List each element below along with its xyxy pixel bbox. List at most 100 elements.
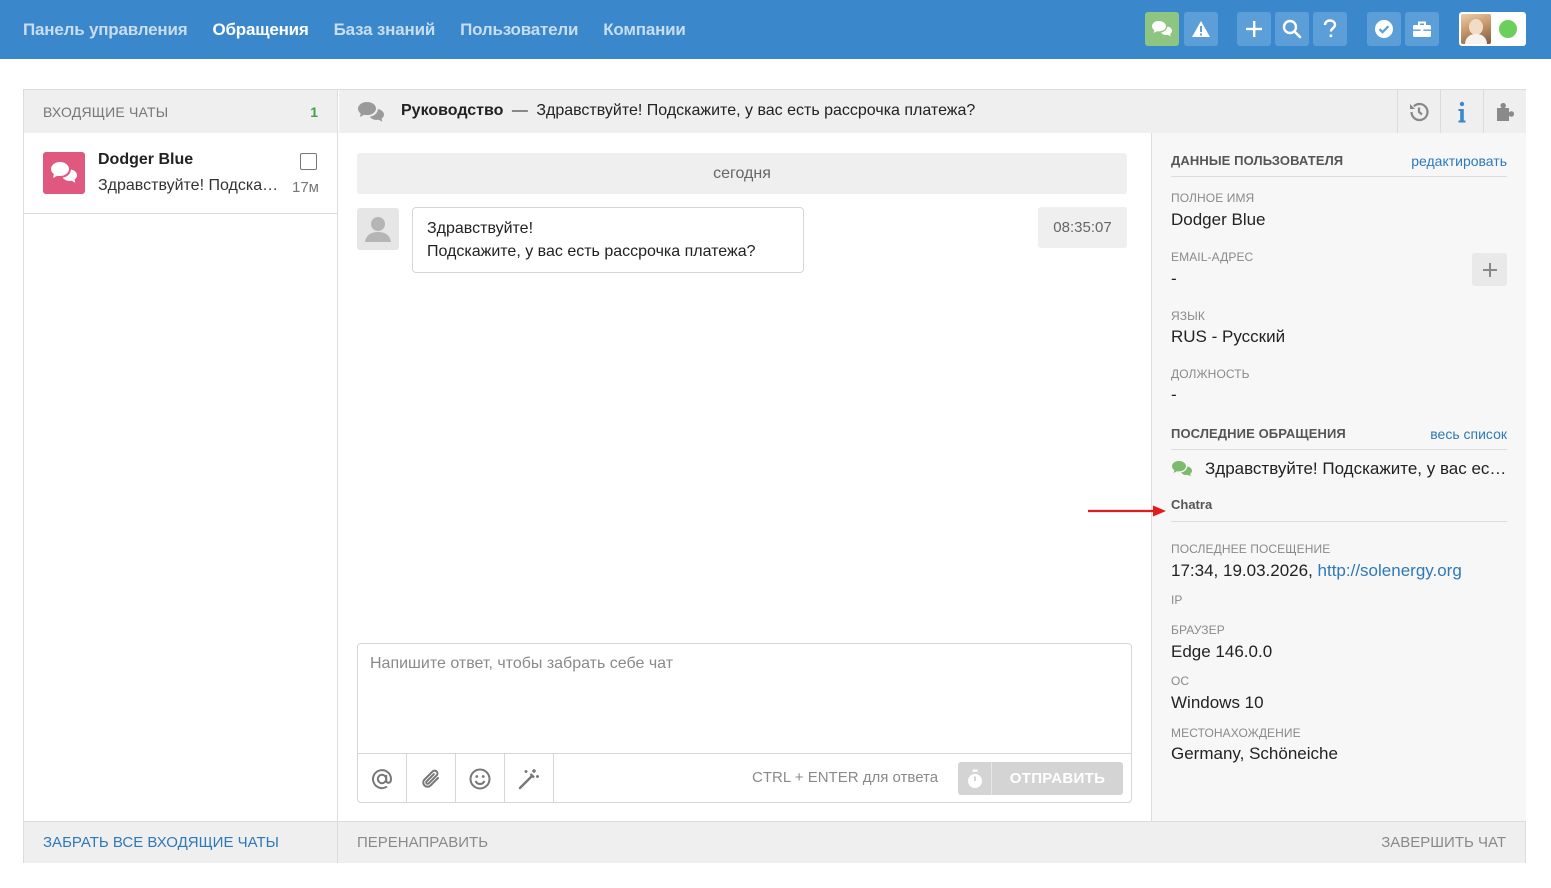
date-divider: сегодня bbox=[357, 153, 1127, 194]
email-label: EMAIL-АДРЕС bbox=[1171, 250, 1254, 264]
os-value: Windows 10 bbox=[1171, 693, 1264, 712]
composer-toolbar: CTRL + ENTER для ответа ОТПРАВИТЬ bbox=[358, 753, 1131, 803]
chats-icon bbox=[358, 102, 384, 122]
location-label: МЕСТОНАХОЖДЕНИЕ bbox=[1171, 726, 1301, 740]
edit-user-link[interactable]: редактировать bbox=[1411, 153, 1507, 169]
last-visit-url[interactable]: http://solenergy.org bbox=[1318, 561, 1462, 580]
conversation-tools bbox=[1397, 90, 1526, 133]
conversation-header: Руководство — Здравствуйте! Подскажите, … bbox=[339, 90, 1526, 133]
message-bubble: Здравствуйте! Подскажите, у вас есть рас… bbox=[412, 207, 804, 273]
conversation-subject: Здравствуйте! Подскажите, у вас есть рас… bbox=[536, 102, 976, 119]
reply-input[interactable] bbox=[358, 644, 1131, 752]
user-data-header: ДАННЫЕ ПОЛЬЗОВАТЕЛЯ редактировать bbox=[1171, 153, 1507, 177]
nav-tickets[interactable]: Обращения bbox=[212, 20, 308, 40]
visitor-avatar bbox=[357, 208, 399, 250]
os-label: ОС bbox=[1171, 674, 1190, 688]
chat-source-icon bbox=[43, 152, 85, 194]
at-sign-icon bbox=[372, 768, 393, 789]
title-separator: — bbox=[511, 102, 528, 119]
search-icon bbox=[1282, 19, 1302, 39]
create-button[interactable] bbox=[1237, 12, 1271, 46]
chat-list-item[interactable]: Dodger Blue Здравствуйте! Подскажите, у … bbox=[24, 133, 337, 214]
chat-contact-name: Dodger Blue bbox=[98, 151, 194, 168]
full-name-value: Dodger Blue bbox=[1171, 210, 1266, 229]
last-visit-label: ПОСЛЕДНЕЕ ПОСЕЩЕНИЕ bbox=[1171, 542, 1331, 556]
briefcase-icon bbox=[1413, 21, 1431, 37]
puzzle-icon bbox=[1497, 102, 1514, 121]
integrations-button[interactable] bbox=[1483, 90, 1526, 133]
avatar bbox=[1461, 14, 1491, 44]
chat-workspace: ВХОДЯЩИЕ ЧАТЫ 1 Dodger Blue Здравствуйте… bbox=[23, 89, 1526, 863]
verified-button[interactable] bbox=[1367, 12, 1401, 46]
language-label: ЯЗЫК bbox=[1171, 309, 1205, 323]
send-shortcut-hint: CTRL + ENTER для ответа bbox=[752, 769, 939, 786]
warning-icon bbox=[1192, 21, 1210, 37]
last-visit-value: 17:34, 19.03.2026, http://solenergy.org bbox=[1171, 561, 1462, 581]
position-value: - bbox=[1171, 385, 1177, 404]
browser-label: БРАУЗЕР bbox=[1171, 623, 1225, 637]
chats-icon bbox=[1152, 21, 1172, 37]
chats-button[interactable] bbox=[1145, 12, 1179, 46]
message-line: Здравствуйте! bbox=[427, 220, 534, 237]
inbox-panel: ВХОДЯЩИЕ ЧАТЫ 1 Dodger Blue Здравствуйте… bbox=[24, 90, 338, 821]
full-name-label: ПОЛНОЕ ИМЯ bbox=[1171, 191, 1255, 205]
paperclip-icon bbox=[422, 769, 439, 788]
recent-tickets-header: ПОСЛЕДНИЕ ОБРАЩЕНИЯ весь список bbox=[1171, 426, 1507, 450]
history-icon bbox=[1410, 102, 1429, 121]
end-chat-button[interactable]: ЗАВЕРШИТЬ ЧАТ bbox=[1381, 834, 1506, 851]
reply-composer: CTRL + ENTER для ответа ОТПРАВИТЬ bbox=[357, 643, 1132, 803]
chat-select-checkbox[interactable] bbox=[300, 153, 317, 170]
inbox-title: ВХОДЯЩИЕ ЧАТЫ bbox=[43, 103, 169, 120]
delayed-send-button[interactable] bbox=[958, 762, 992, 795]
plus-icon bbox=[1482, 262, 1497, 277]
chat-actions-bar: ЗАБРАТЬ ВСЕ ВХОДЯЩИЕ ЧАТЫ ПЕРЕНАПРАВИТЬ … bbox=[24, 821, 1525, 863]
all-tickets-link[interactable]: весь список bbox=[1430, 426, 1507, 442]
user-details-panel: ДАННЫЕ ПОЛЬЗОВАТЕЛЯ редактировать ПОЛНОЕ… bbox=[1151, 133, 1526, 821]
magic-button[interactable] bbox=[505, 754, 554, 803]
message-line: Подскажите, у вас есть рассрочка платежа… bbox=[427, 243, 756, 260]
add-email-button[interactable] bbox=[1472, 253, 1507, 286]
ticket-source-label: Chatra bbox=[1171, 497, 1507, 522]
mention-button[interactable] bbox=[358, 754, 407, 803]
position-label: ДОЛЖНОСТЬ bbox=[1171, 367, 1250, 381]
take-all-chats-button[interactable]: ЗАБРАТЬ ВСЕ ВХОДЯЩИЕ ЧАТЫ bbox=[24, 822, 338, 863]
location-value: Germany, Schöneiche bbox=[1171, 744, 1338, 763]
top-navigation-bar: Панель управления Обращения База знаний … bbox=[0, 0, 1551, 59]
nav-users[interactable]: Пользователи bbox=[460, 20, 578, 40]
nav-knowledge-base[interactable]: База знаний bbox=[334, 20, 436, 40]
nav-companies[interactable]: Компании bbox=[603, 20, 686, 40]
department-name: Руководство bbox=[401, 102, 504, 119]
message-timestamp: 08:35:07 bbox=[1038, 207, 1127, 248]
help-button[interactable] bbox=[1313, 12, 1347, 46]
recent-ticket-item[interactable]: Здравствуйте! Подскажите, у вас есть рас… bbox=[1171, 459, 1507, 479]
ip-label: IP bbox=[1171, 593, 1183, 607]
chats-icon bbox=[1172, 461, 1192, 477]
email-value: - bbox=[1171, 269, 1177, 288]
chat-time: 17м bbox=[292, 179, 319, 196]
smile-icon bbox=[469, 768, 491, 789]
main-nav: Панель управления Обращения База знаний … bbox=[23, 0, 686, 59]
warnings-button[interactable] bbox=[1184, 12, 1218, 46]
info-icon bbox=[1458, 101, 1466, 122]
send-button[interactable]: ОТПРАВИТЬ bbox=[992, 762, 1123, 795]
emoji-button[interactable] bbox=[456, 754, 505, 803]
conversation-title: Руководство — Здравствуйте! Подскажите, … bbox=[401, 102, 975, 120]
browser-value: Edge 146.0.0 bbox=[1171, 642, 1273, 661]
help-icon bbox=[1323, 19, 1337, 38]
recent-ticket-subject: Здравствуйте! Подскажите, у вас есть рас… bbox=[1205, 459, 1507, 478]
last-visit-time: 17:34, 19.03.2026, bbox=[1171, 561, 1313, 580]
forward-button[interactable]: ПЕРЕНАПРАВИТЬ bbox=[357, 834, 488, 851]
plus-icon bbox=[1246, 21, 1262, 37]
attach-button[interactable] bbox=[407, 754, 456, 803]
check-badge-icon bbox=[1375, 20, 1393, 38]
search-button[interactable] bbox=[1275, 12, 1309, 46]
stopwatch-icon bbox=[967, 769, 982, 788]
user-menu[interactable] bbox=[1459, 12, 1526, 46]
annotation-arrow-icon bbox=[1088, 505, 1166, 517]
chat-preview: Здравствуйте! Подскажите, у вас есть рас… bbox=[98, 177, 282, 194]
nav-dashboard[interactable]: Панель управления bbox=[23, 20, 188, 40]
briefcase-button[interactable] bbox=[1405, 12, 1439, 46]
history-button[interactable] bbox=[1397, 90, 1440, 133]
inbox-header: ВХОДЯЩИЕ ЧАТЫ 1 bbox=[24, 90, 337, 133]
info-button[interactable] bbox=[1440, 90, 1483, 133]
